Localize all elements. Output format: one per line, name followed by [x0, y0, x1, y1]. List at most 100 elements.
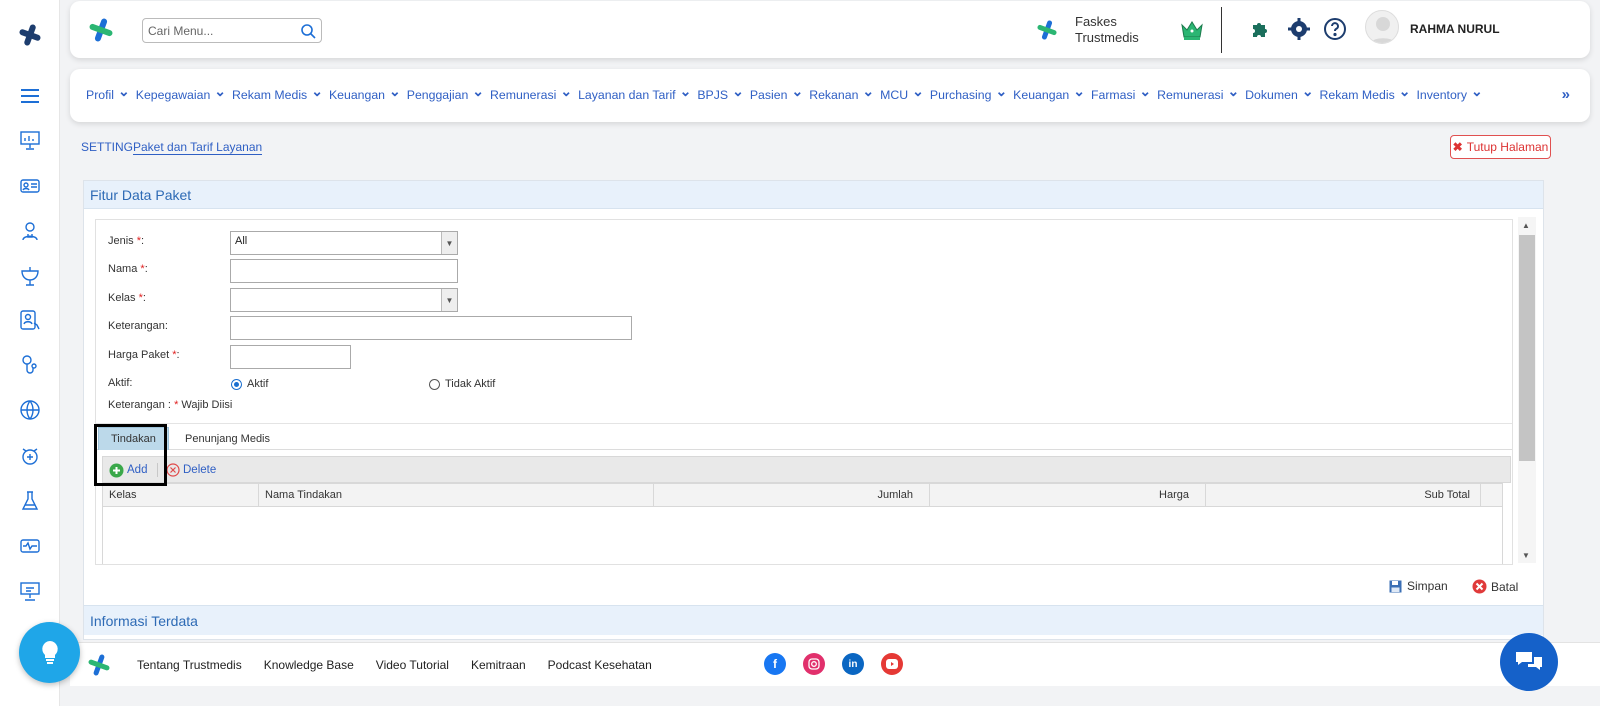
globe-network-icon[interactable]: [18, 398, 42, 422]
chevron-down-icon: ⌄: [1227, 83, 1240, 99]
hamburger-menu-icon[interactable]: [18, 84, 42, 108]
radio-aktif[interactable]: [231, 379, 242, 390]
chevron-down-icon: ⌄: [560, 83, 573, 99]
faskes-name-line1: Faskes: [1075, 14, 1117, 29]
medical-alarm-icon[interactable]: [18, 444, 42, 468]
menu-item-dokumen[interactable]: Dokumen ⌄: [1245, 84, 1313, 102]
nama-input[interactable]: [230, 259, 458, 283]
stethoscope-icon[interactable]: [18, 353, 42, 377]
tab-penunjang-medis[interactable]: Penunjang Medis: [173, 427, 282, 450]
id-card-icon[interactable]: [18, 174, 42, 198]
breadcrumb-page[interactable]: Paket dan Tarif Layanan: [133, 140, 263, 155]
menu-item-penggajian[interactable]: Penggajian ⌄: [407, 84, 484, 102]
column-sub-total[interactable]: Sub Total: [1206, 484, 1481, 506]
cancel-button[interactable]: Batal: [1472, 579, 1518, 594]
instagram-icon[interactable]: [803, 653, 825, 675]
dashboard-presentation-icon[interactable]: [18, 128, 42, 152]
footer-link-tentang[interactable]: Tentang Trustmedis: [137, 658, 242, 672]
radio-aktif-label[interactable]: Aktif: [247, 378, 268, 390]
grid-body: [102, 507, 1503, 564]
cancel-icon: [1472, 579, 1487, 594]
search-input[interactable]: [148, 22, 293, 40]
chat-fab-button[interactable]: [1500, 633, 1558, 691]
nama-label-text: Nama: [108, 263, 138, 275]
crown-icon[interactable]: [1180, 19, 1204, 41]
menu-search[interactable]: [142, 18, 322, 43]
kelas-select[interactable]: ▼: [230, 288, 458, 312]
menu-item-rekam-medis[interactable]: Rekam Medis ⌄: [1320, 84, 1411, 102]
lab-flask-icon[interactable]: [18, 489, 42, 513]
panel-title: Fitur Data Paket: [90, 187, 192, 203]
panel-scrollbar[interactable]: ▲ ▼: [1518, 217, 1536, 563]
facebook-icon[interactable]: f: [764, 653, 786, 675]
avatar[interactable]: [1365, 10, 1399, 44]
puzzle-icon[interactable]: [1249, 17, 1273, 41]
menu-item-pasien[interactable]: Pasien ⌄: [750, 84, 803, 102]
pharmacy-icon[interactable]: [18, 264, 42, 288]
trustmedis-logo-icon[interactable]: [87, 16, 115, 44]
add-button[interactable]: Add: [109, 461, 147, 479]
aktif-label: Aktif:: [108, 377, 133, 389]
close-page-button[interactable]: ✖ Tutup Halaman: [1450, 135, 1551, 159]
menu-item-farmasi[interactable]: Farmasi ⌄: [1091, 84, 1151, 102]
chevron-down-icon: ⌄: [912, 83, 924, 99]
add-label: Add: [127, 464, 148, 476]
menu-item-keuangan[interactable]: Keuangan ⌄: [328, 84, 401, 102]
gear-icon[interactable]: [1287, 17, 1311, 41]
scroll-up-icon[interactable]: ▲: [1522, 221, 1530, 230]
menu-item-purchasing[interactable]: Purchasing ⌄: [929, 84, 1007, 102]
chevron-down-icon: ⌄: [214, 83, 227, 99]
info-section-header[interactable]: Informasi Terdata: [84, 605, 1543, 635]
menu-item-label: Purchasing: [929, 88, 992, 102]
delete-icon: [166, 463, 180, 477]
keterangan-input[interactable]: [230, 316, 632, 340]
medical-monitor-icon[interactable]: [18, 534, 42, 558]
lightbulb-fab-button[interactable]: [19, 622, 80, 683]
menu-item-label: Remunerasi: [1157, 88, 1224, 102]
menu-item-keuangan[interactable]: Keuangan ⌄: [1013, 84, 1085, 102]
linkedin-icon[interactable]: in: [842, 653, 864, 675]
doctor-icon[interactable]: [18, 219, 42, 243]
jenis-select[interactable]: All ▼: [230, 231, 458, 255]
harga-paket-input[interactable]: [230, 345, 351, 369]
menu-item-label: Keuangan: [328, 88, 386, 102]
scrollbar-thumb[interactable]: [1519, 235, 1535, 461]
youtube-icon[interactable]: [881, 653, 903, 675]
menu-item-mcu[interactable]: MCU ⌄: [880, 83, 924, 102]
column-nama-tindakan[interactable]: Nama Tindakan: [259, 484, 654, 506]
menu-item-rekanan[interactable]: Rekanan ⌄: [809, 84, 874, 102]
radio-tidak-aktif-label[interactable]: Tidak Aktif: [445, 378, 495, 390]
scroll-down-icon[interactable]: ▼: [1522, 551, 1530, 560]
top-header: Faskes Trustmedis RAHMA NURUL: [70, 1, 1590, 58]
menu-item-remunerasi[interactable]: Remunerasi ⌄: [490, 83, 573, 102]
menu-more-button[interactable]: »: [1562, 86, 1570, 103]
radio-tidak-aktif[interactable]: [429, 379, 440, 390]
monitor-settings-icon[interactable]: [18, 579, 42, 603]
footer-link-podcast[interactable]: Podcast Kesehatan: [548, 658, 652, 672]
chevron-down-icon: ▼: [441, 232, 457, 254]
menu-item-bpjs[interactable]: BPJS ⌄: [697, 84, 744, 102]
footer-link-knowledge-base[interactable]: Knowledge Base: [264, 658, 354, 672]
help-icon[interactable]: [1323, 17, 1347, 41]
tab-tindakan[interactable]: Tindakan: [98, 427, 169, 450]
delete-label: Delete: [183, 464, 217, 476]
menu-item-rekam-medis[interactable]: Rekam Medis ⌄: [232, 84, 323, 102]
column-harga[interactable]: Harga: [930, 484, 1206, 506]
user-name[interactable]: RAHMA NURUL: [1410, 22, 1500, 36]
footer-link-video-tutorial[interactable]: Video Tutorial: [376, 658, 449, 672]
package-panel: Fitur Data Paket Jenis *: All ▼ Nama *: …: [83, 180, 1544, 640]
column-jumlah[interactable]: Jumlah: [654, 484, 930, 506]
trustmedis-logo-icon[interactable]: [17, 22, 43, 48]
delete-button[interactable]: Delete: [166, 461, 216, 479]
trustmedis-logo-icon[interactable]: [87, 653, 111, 677]
menu-item-inventory[interactable]: Inventory ⌄: [1416, 84, 1482, 102]
menu-item-kepegawaian[interactable]: Kepegawaian ⌄: [136, 83, 227, 102]
medical-staff-touch-icon[interactable]: [18, 308, 42, 332]
menu-item-remunerasi[interactable]: Remunerasi ⌄: [1157, 83, 1240, 102]
search-icon[interactable]: [300, 23, 316, 39]
menu-item-profil[interactable]: Profil ⌄: [86, 84, 130, 102]
footer-link-kemitraan[interactable]: Kemitraan: [471, 658, 526, 672]
menu-item-layanan-dan-tarif[interactable]: Layanan dan Tarif ⌄: [578, 84, 691, 102]
column-kelas[interactable]: Kelas: [103, 484, 259, 506]
save-button[interactable]: Simpan: [1389, 579, 1448, 593]
